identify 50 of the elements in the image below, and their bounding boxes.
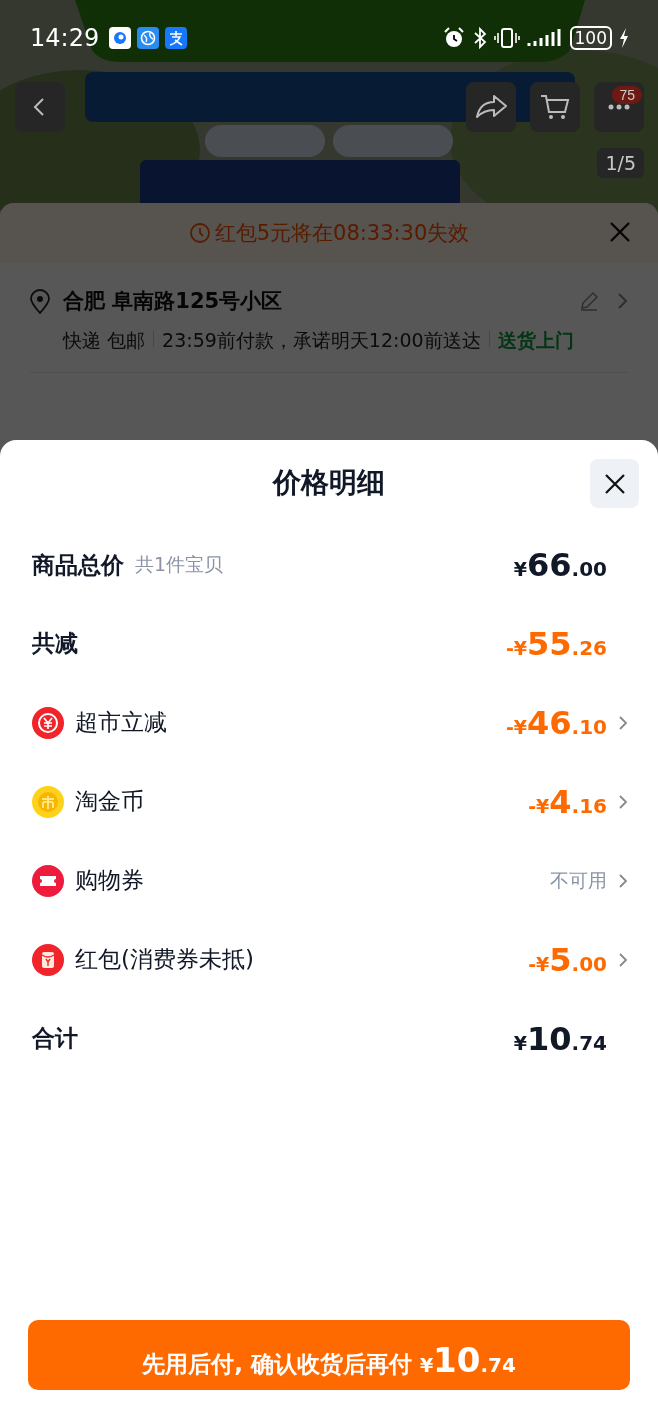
row-label: 商品总价	[32, 550, 124, 580]
price-amount: -¥55.26	[505, 624, 607, 663]
share-button[interactable]	[466, 82, 516, 132]
envelope-icon	[32, 943, 64, 976]
address-text: 合肥 阜南路125号小区	[63, 288, 284, 315]
signal-icon	[525, 27, 564, 49]
coin-icon	[32, 785, 64, 818]
row-label: 淘金币	[75, 787, 144, 816]
notification-badge: 75	[612, 86, 642, 104]
price-amount: -¥4.16	[528, 782, 607, 821]
globe-app-icon	[137, 27, 160, 49]
more-icon	[606, 104, 632, 110]
price-amount: ¥66.00	[513, 546, 607, 584]
charging-icon	[618, 27, 630, 49]
edit-icon[interactable]	[578, 290, 600, 312]
chevron-icon[interactable]	[618, 872, 628, 889]
sheet-title: 价格明细	[273, 465, 385, 501]
row-label: 超市立减	[75, 708, 167, 737]
cart-icon	[540, 93, 570, 121]
item-count: 共1件宝贝	[135, 552, 224, 577]
app-icon	[109, 27, 132, 49]
status-text: 不可用	[550, 867, 607, 893]
row-label: 红包(消费券未抵)	[75, 945, 254, 974]
row-label: 共减	[32, 629, 78, 658]
delivery-info: 快递 包邮 23:59前付款，承诺明天12:00前送达 送货上门	[63, 328, 575, 353]
more-button[interactable]: 75	[594, 82, 644, 132]
clock-time: 14:29	[30, 24, 100, 52]
close-icon	[603, 472, 626, 495]
price-amount: -¥5.00	[528, 940, 607, 979]
row-label: 购物券	[75, 866, 144, 895]
battery-level: 100	[569, 26, 612, 50]
clock-icon	[188, 222, 211, 244]
close-icon	[608, 220, 632, 244]
image-counter: 1/5	[597, 148, 644, 178]
chevron-icon[interactable]	[616, 292, 628, 310]
price-amount: ¥10.74	[513, 1019, 607, 1058]
close-button[interactable]	[590, 459, 639, 508]
expiry-notice: 红包5元将在08:33:30失效	[214, 220, 470, 247]
chevron-icon[interactable]	[618, 951, 628, 968]
yen-refund-icon	[32, 706, 64, 739]
cart-button[interactable]	[530, 82, 580, 132]
row-label: 合计	[32, 1024, 78, 1053]
chevron-icon[interactable]	[618, 714, 628, 731]
payment-app-icon	[165, 27, 188, 49]
price-amount: -¥46.10	[505, 703, 607, 742]
vibrate-icon	[493, 26, 520, 50]
location-pin-icon	[29, 289, 51, 315]
ticket-icon	[32, 864, 64, 897]
share-icon	[474, 94, 508, 120]
chevron-icon[interactable]	[618, 793, 628, 810]
